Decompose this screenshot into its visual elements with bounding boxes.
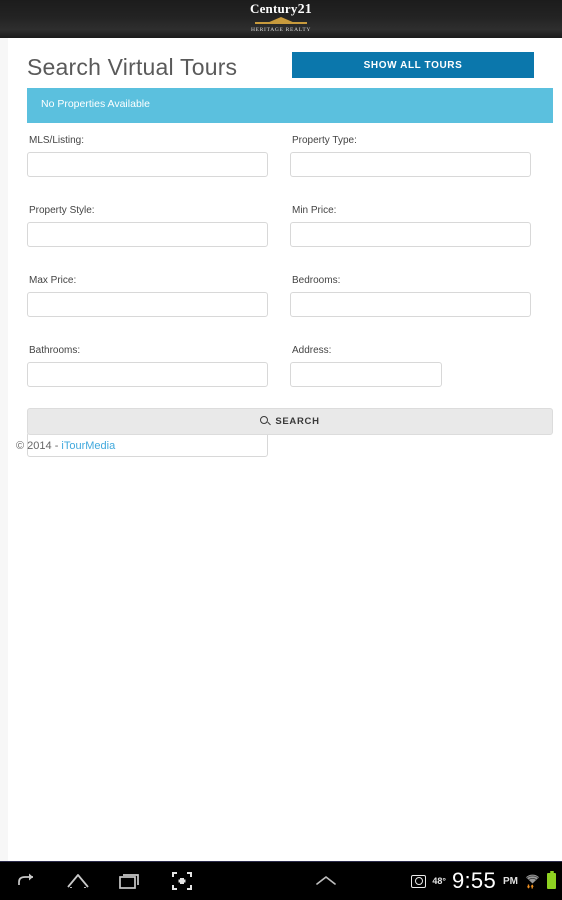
field-gap [290, 317, 553, 345]
field-gap [27, 317, 290, 345]
field-min-price: Min Price: [290, 205, 553, 247]
field-gap [290, 247, 553, 275]
chevron-up-icon [316, 876, 336, 885]
nav-recent-apps-button[interactable] [104, 862, 156, 900]
page-header: Search Virtual Tours SHOW ALL TOURS [8, 46, 562, 90]
field-gap [290, 177, 553, 205]
recent-apps-icon [119, 874, 139, 889]
search-input-mls-listing[interactable] [27, 152, 268, 177]
search-input-property-type[interactable] [290, 152, 531, 177]
label-address: Address: [292, 345, 332, 356]
back-arrow-icon [18, 873, 33, 885]
field-property-type: Property Type: [290, 135, 553, 177]
search-input-min-price[interactable] [290, 222, 531, 247]
page-left-gutter [0, 38, 8, 862]
no-properties-alert: No Properties Available [27, 88, 553, 123]
content-container: Search Virtual Tours SHOW ALL TOURS No P… [8, 38, 562, 457]
field-mls-listing: MLS/Listing: [27, 135, 290, 177]
logo-tagline: Heritage Realty [250, 27, 312, 33]
label-bathrooms: Bathrooms: [29, 345, 81, 356]
logo-wordmark: Century21 [249, 1, 313, 17]
nav-back-button[interactable] [0, 862, 52, 900]
page-title: Search Virtual Tours [27, 54, 238, 80]
field-gap [27, 247, 290, 275]
search-input-address[interactable] [290, 362, 442, 387]
clock-time[interactable]: 9:55 [452, 870, 496, 892]
search-input-max-price[interactable] [27, 292, 268, 317]
nav-screenshot-button[interactable] [156, 862, 208, 900]
form-column-right: Property Type: Min Price: Bedrooms: Addr… [290, 135, 553, 387]
search-input-bedrooms[interactable] [290, 292, 531, 317]
nav-buttons-group [0, 862, 352, 900]
wifi-signal-icon [526, 874, 539, 889]
show-all-tours-button[interactable]: SHOW ALL TOURS [292, 52, 534, 78]
temperature-indicator: 48° [432, 876, 446, 886]
status-icons-group: 48° 9:55 PM [411, 862, 556, 900]
copyright-text: © 2014 - [16, 440, 62, 452]
search-button-label: SEARCH [275, 416, 320, 427]
label-mls-listing: MLS/Listing: [29, 135, 85, 146]
field-bathrooms: Bathrooms: [27, 345, 290, 387]
field-address: Address: [290, 345, 553, 387]
search-button[interactable]: SEARCH [27, 408, 553, 435]
page-body: Search Virtual Tours SHOW ALL TOURS No P… [0, 38, 562, 862]
clock-meridiem: PM [503, 875, 518, 887]
field-bedrooms: Bedrooms: [290, 275, 553, 317]
itourmedia-link[interactable]: iTourMedia [61, 440, 115, 452]
label-min-price: Min Price: [292, 205, 337, 216]
screenshot-capture-icon [172, 872, 192, 890]
label-max-price: Max Price: [29, 275, 77, 286]
app-screen: Century21 Heritage Realty Search Virtual… [0, 0, 562, 900]
footer: © 2014 - iTourMedia [16, 440, 115, 452]
nav-expand-button[interactable] [300, 862, 352, 900]
search-input-property-style[interactable] [27, 222, 268, 247]
field-gap [27, 177, 290, 205]
nav-home-button[interactable] [52, 862, 104, 900]
camera-icon[interactable] [411, 874, 427, 888]
century21-logo: Century21 Heritage Realty [245, 2, 317, 36]
brand-header-bar: Century21 Heritage Realty [0, 0, 562, 38]
home-icon [67, 874, 89, 888]
logo-number: 21 [297, 2, 313, 17]
label-property-type: Property Type: [292, 135, 357, 146]
label-property-style: Property Style: [29, 205, 95, 216]
wifi-icon[interactable] [524, 873, 541, 889]
search-icon [260, 416, 271, 427]
field-max-price: Max Price: [27, 275, 290, 317]
label-bedrooms: Bedrooms: [292, 275, 341, 286]
logo-roof-icon [255, 17, 307, 26]
search-input-bathrooms[interactable] [27, 362, 268, 387]
alert-message: No Properties Available [41, 98, 150, 110]
system-navigation-bar: 48° 9:55 PM [0, 861, 562, 900]
field-property-style: Property Style: [27, 205, 290, 247]
battery-full-icon[interactable] [547, 871, 556, 889]
